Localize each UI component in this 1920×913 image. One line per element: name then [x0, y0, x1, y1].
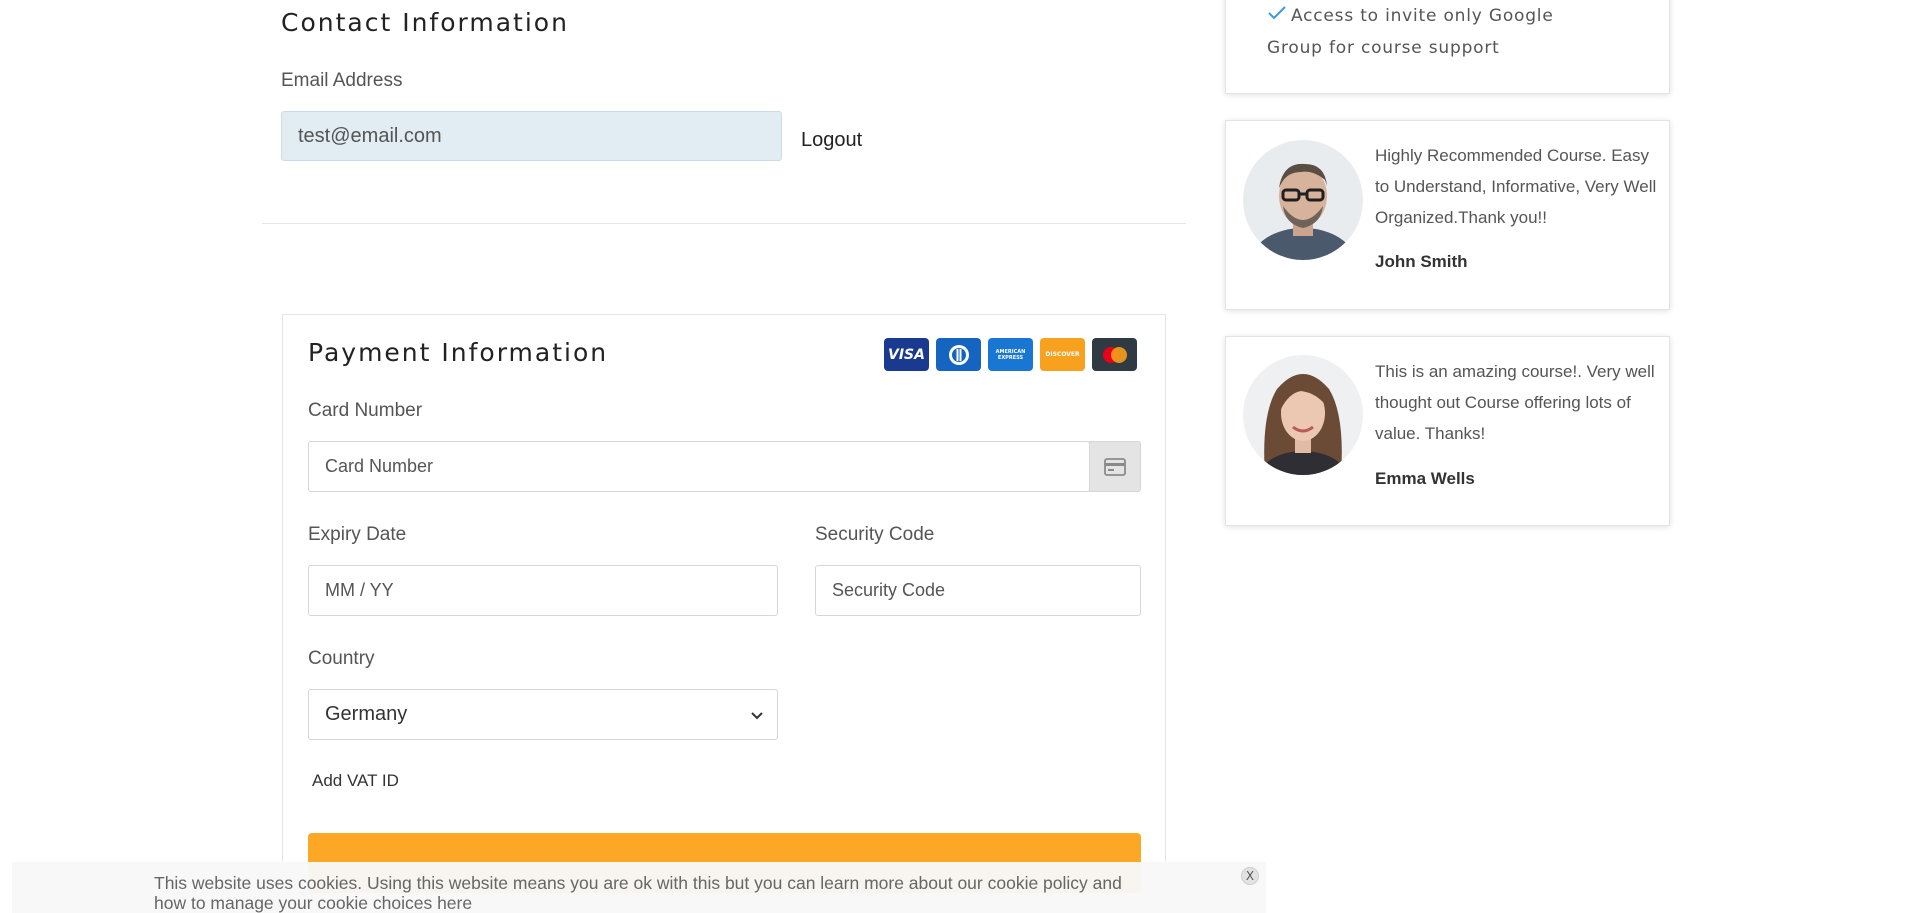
card-number-label: Card Number — [308, 400, 423, 421]
expiry-date-label: Expiry Date — [308, 524, 407, 545]
feature-text: Access to invite only Google Group for c… — [1267, 6, 1554, 58]
logout-link[interactable]: Logout — [801, 129, 862, 152]
american-express-icon: AMERICAN EXPRESS — [988, 338, 1033, 371]
reviewer-avatar — [1243, 355, 1363, 475]
reviewer-avatar — [1243, 140, 1363, 260]
visa-icon: VISA — [884, 338, 929, 371]
section-divider — [262, 223, 1186, 224]
country-selected-value: Germany — [325, 703, 408, 725]
email-field[interactable] — [281, 111, 782, 161]
mastercard-icon — [1092, 338, 1137, 371]
diners-club-icon — [936, 338, 981, 371]
security-code-label: Security Code — [815, 524, 935, 545]
country-select[interactable]: Germany — [308, 689, 778, 740]
checkmark-icon — [1267, 0, 1287, 32]
accepted-cards: VISA AMERICAN EXPRESS DISCOVER — [884, 338, 1137, 371]
add-vat-id-link[interactable]: Add VAT ID — [312, 771, 399, 791]
country-label: Country — [308, 648, 375, 669]
contact-section-title: Contact Information — [281, 8, 569, 37]
discover-icon: DISCOVER — [1040, 338, 1085, 371]
review-author: Emma Wells — [1375, 469, 1475, 488]
chevron-down-icon — [751, 703, 763, 726]
security-code-input[interactable] — [815, 565, 1141, 616]
expiry-date-input[interactable] — [308, 565, 778, 616]
review-text: This is an amazing course!. Very well th… — [1375, 362, 1655, 443]
close-icon[interactable]: X — [1241, 867, 1259, 885]
credit-card-icon — [1089, 441, 1141, 492]
review-text: Highly Recommended Course. Easy to Under… — [1375, 146, 1657, 227]
email-label: Email Address — [281, 70, 403, 91]
card-number-input[interactable] — [308, 441, 1090, 492]
feature-item: Access to invite only Google Group for c… — [1267, 0, 1567, 64]
review-author: John Smith — [1375, 252, 1468, 271]
payment-section-title: Payment Information — [308, 338, 609, 367]
cookie-notice-text: This website uses cookies. Using this we… — [154, 873, 1122, 913]
